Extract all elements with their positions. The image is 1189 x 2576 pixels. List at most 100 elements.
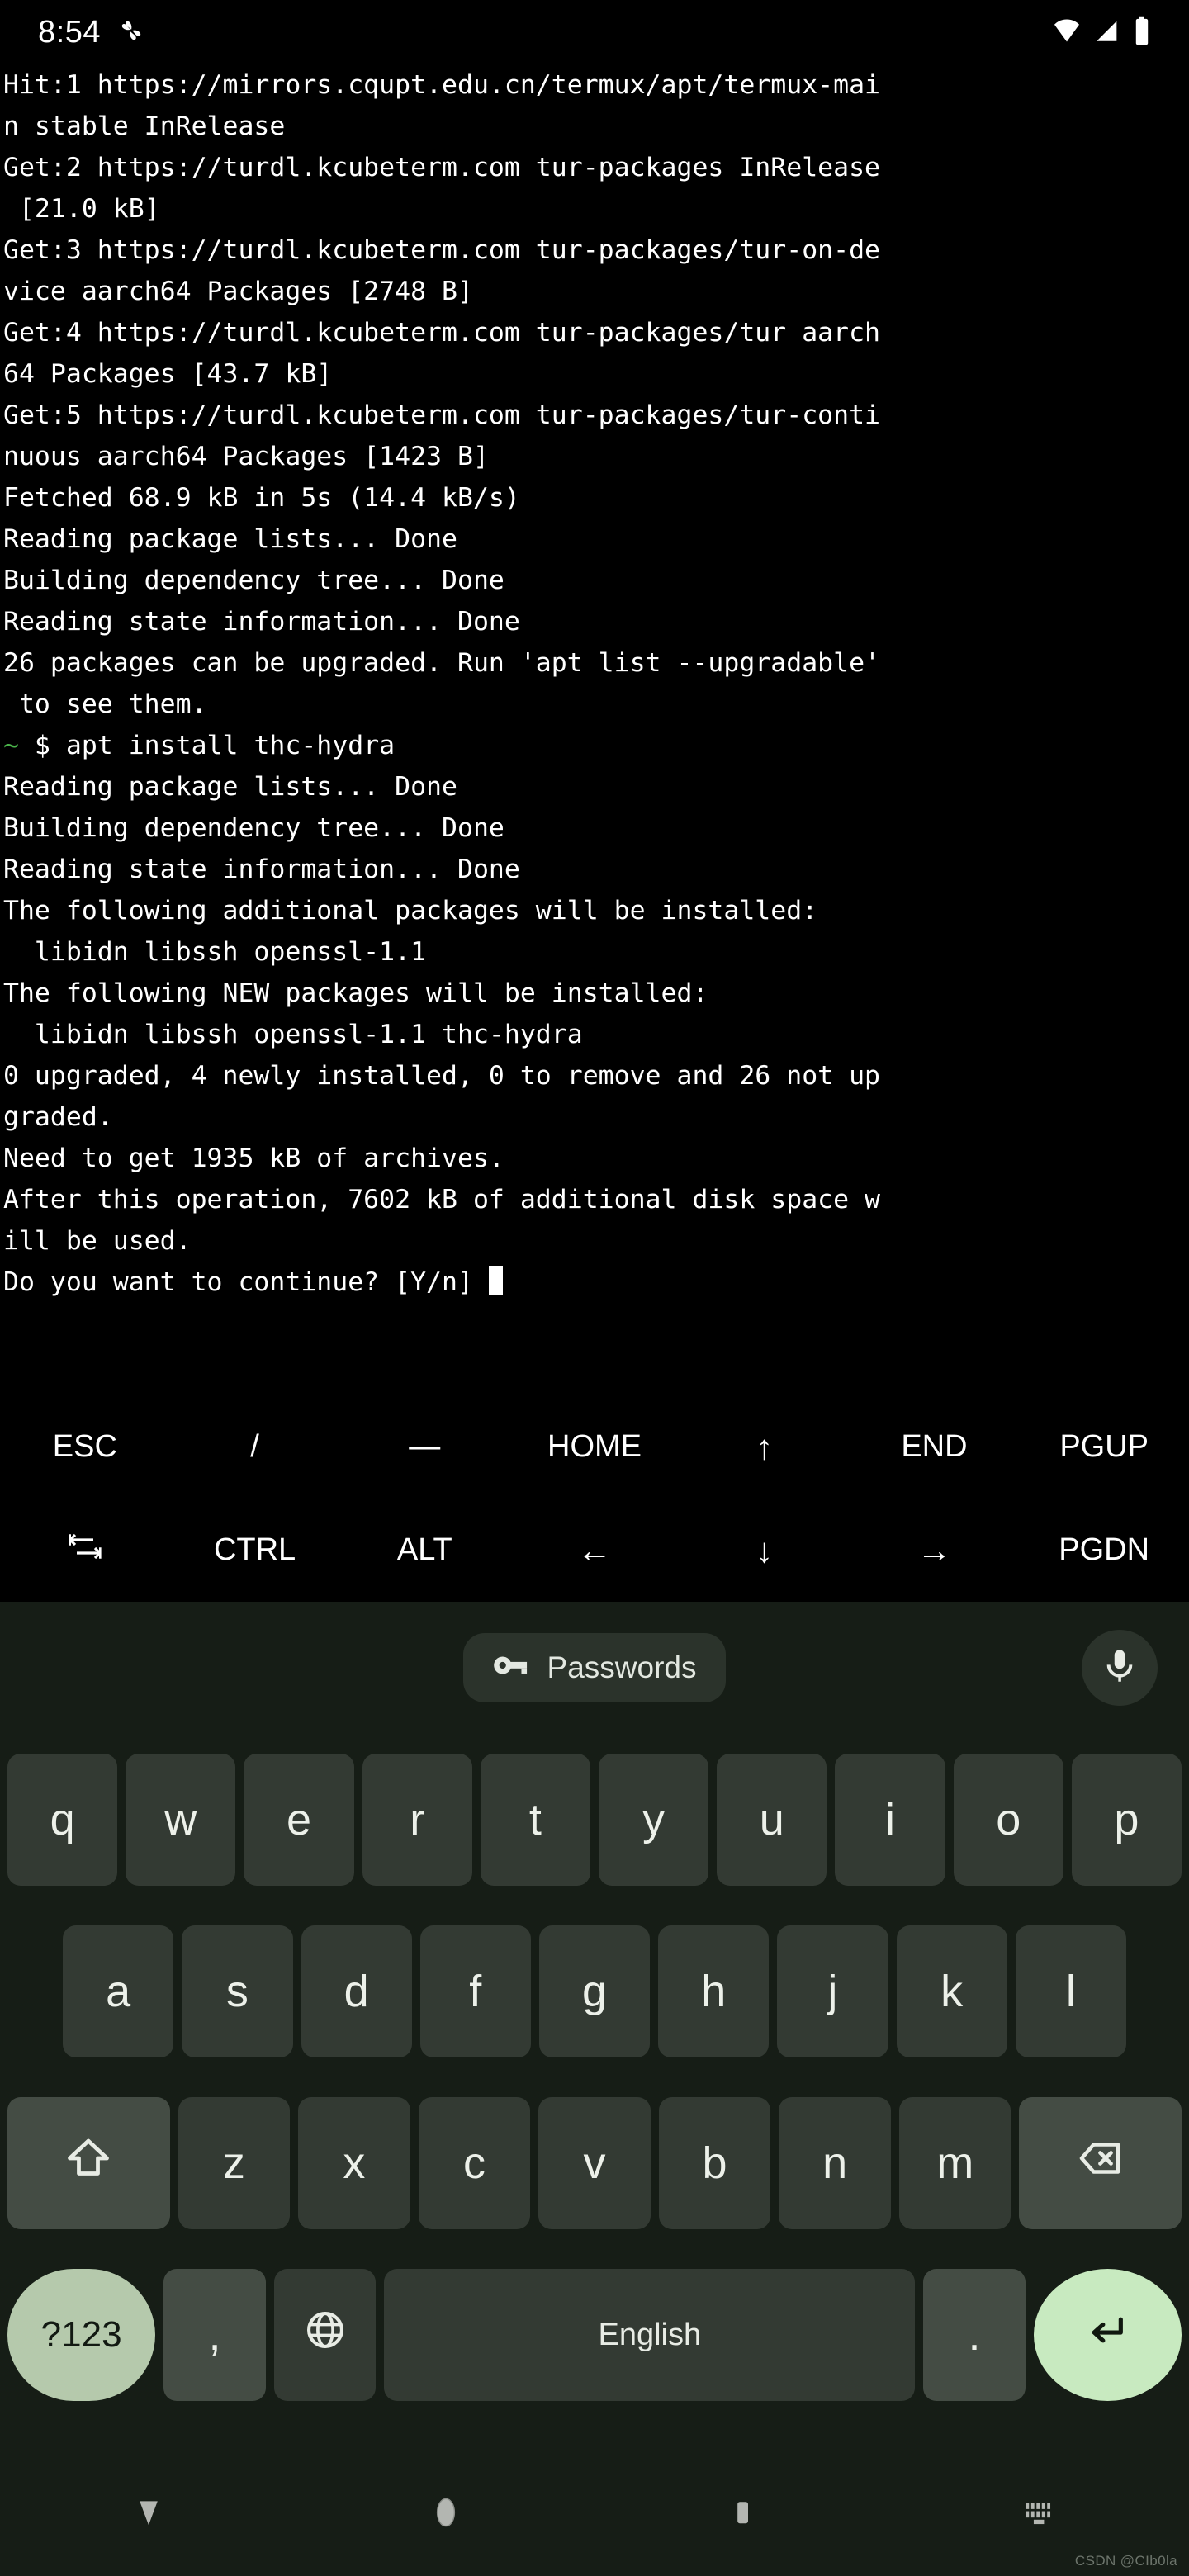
nav-hide-keyboard-button[interactable] [892, 2498, 1189, 2531]
key-r[interactable]: r [362, 1754, 472, 1886]
back-icon [129, 2493, 168, 2536]
passwords-suggestion-chip[interactable]: Passwords [462, 1633, 727, 1702]
key-symbols[interactable]: ?123 [7, 2269, 156, 2401]
extra-key-esc[interactable]: ESC [0, 1395, 170, 1499]
extra-key-pgdn[interactable]: PGDN [1019, 1499, 1189, 1602]
hide-keyboard-icon [1022, 2498, 1059, 2531]
terminal-line: The following NEW packages will be insta… [3, 978, 708, 1008]
terminal-output[interactable]: Hit:1 https://mirrors.cqupt.edu.cn/termu… [0, 64, 1189, 1395]
status-bar-clock: 8:54 [38, 15, 101, 50]
terminal-line: Reading state information... Done [3, 607, 520, 637]
key-c[interactable]: c [418, 2097, 531, 2229]
terminal-line: After this operation, 7602 kB of additio… [3, 1185, 881, 1215]
cellular-signal-icon [1093, 17, 1121, 49]
terminal-line: [21.0 kB] [3, 194, 160, 224]
extra-key-end[interactable]: END [850, 1395, 1020, 1499]
terminal-line: Reading state information... Done [3, 855, 520, 884]
terminal-line: libidn libssh openssl-1.1 thc-hydra [3, 1020, 583, 1049]
key-n[interactable]: n [779, 2097, 891, 2229]
terminal-line: 0 upgraded, 4 newly installed, 0 to remo… [3, 1061, 881, 1091]
microphone-icon [1099, 1646, 1140, 1691]
extra-key-arrow-left[interactable]: ← [509, 1499, 680, 1602]
key-j[interactable]: j [777, 1925, 888, 2057]
recents-icon [723, 2493, 763, 2536]
home-icon [426, 2493, 466, 2536]
voice-input-button[interactable] [1082, 1630, 1158, 1706]
key-g[interactable]: g [538, 1925, 651, 2057]
key-l[interactable]: l [1015, 1925, 1126, 2057]
tab-icon [65, 1527, 105, 1574]
enter-icon [1084, 2307, 1130, 2364]
extra-key-tab[interactable] [0, 1499, 170, 1602]
status-bar-right [1052, 16, 1151, 50]
key-period[interactable]: . [923, 2269, 1026, 2401]
terminal-line: Fetched 68.9 kB in 5s (14.4 kB/s) [3, 483, 520, 513]
nav-back-button[interactable] [0, 2493, 297, 2536]
shift-icon [64, 2133, 113, 2194]
termux-extra-keys: ESC / — HOME ↑ END PGUP CTRL ALT ← ↓ → P… [0, 1395, 1189, 1602]
key-m[interactable]: m [898, 2097, 1011, 2229]
keyboard-row-4: ?123 , English . [0, 2249, 1189, 2421]
key-y[interactable]: y [599, 1754, 709, 1886]
terminal-line: 26 packages can be upgraded. Run 'apt li… [3, 648, 881, 678]
key-p[interactable]: p [1071, 1754, 1182, 1886]
terminal-line: Hit:1 https://mirrors.cqupt.edu.cn/termu… [3, 70, 881, 100]
passwords-chip-label: Passwords [547, 1650, 697, 1684]
wifi-icon [1052, 16, 1082, 50]
key-s[interactable]: s [182, 1925, 293, 2057]
terminal-line: The following additional packages will b… [3, 896, 818, 926]
key-z[interactable]: z [178, 2097, 291, 2229]
system-navigation-bar [0, 2452, 1189, 2576]
terminal-line: Reading package lists... Done [3, 772, 457, 802]
key-x[interactable]: x [298, 2097, 410, 2229]
key-v[interactable]: v [538, 2097, 651, 2229]
extra-key-arrow-down[interactable]: ↓ [680, 1499, 850, 1602]
key-a[interactable]: a [63, 1925, 174, 2057]
extra-key-ctrl[interactable]: CTRL [170, 1499, 340, 1602]
key-enter[interactable] [1033, 2269, 1182, 2401]
key-h[interactable]: h [658, 1925, 770, 2057]
extra-key-arrow-right[interactable]: → [850, 1499, 1020, 1602]
terminal-line: Get:5 https://turdl.kcubeterm.com tur-pa… [3, 400, 881, 430]
key-b[interactable]: b [658, 2097, 771, 2229]
extra-key-home[interactable]: HOME [509, 1395, 680, 1499]
extra-keys-row-2: CTRL ALT ← ↓ → PGDN [0, 1499, 1189, 1602]
key-f[interactable]: f [419, 1925, 531, 2057]
prompt-symbol: ~ [3, 731, 19, 760]
terminal-line: graded. [3, 1102, 113, 1132]
key-e[interactable]: e [244, 1754, 354, 1886]
extra-key-pgup[interactable]: PGUP [1019, 1395, 1189, 1499]
extra-key-slash[interactable]: / [170, 1395, 340, 1499]
key-u[interactable]: u [717, 1754, 827, 1886]
text-cursor [488, 1266, 503, 1295]
key-shift[interactable] [7, 2097, 170, 2229]
extra-key-alt[interactable]: ALT [339, 1499, 509, 1602]
key-q[interactable]: q [7, 1754, 118, 1886]
nav-home-button[interactable] [297, 2493, 594, 2536]
phone-screen: 8:54 Hit:1 https://mirrors.cqupt.edu.cn/… [0, 0, 1189, 2576]
terminal-prompt-line: ~ $ apt install thc-hydra [3, 725, 1186, 766]
terminal-line: Get:2 https://turdl.kcubeterm.com tur-pa… [3, 153, 881, 182]
terminal-confirm-line: Do you want to continue? [Y/n] [3, 1262, 1186, 1303]
key-w[interactable]: w [126, 1754, 236, 1886]
extra-key-dash[interactable]: — [339, 1395, 509, 1499]
extra-key-arrow-up[interactable]: ↑ [680, 1395, 850, 1499]
terminal-line: Building dependency tree... Done [3, 813, 504, 843]
key-backspace[interactable] [1019, 2097, 1182, 2229]
key-o[interactable]: o [953, 1754, 1063, 1886]
key-k[interactable]: k [896, 1925, 1007, 2057]
nav-recents-button[interactable] [594, 2493, 892, 2536]
pinwheel-icon [117, 17, 145, 49]
confirm-prompt-text: Do you want to continue? [Y/n] [3, 1267, 489, 1297]
keyboard-row-3: z x c v b n m [0, 2077, 1189, 2249]
key-language-globe[interactable] [273, 2269, 377, 2401]
prompt-command: $ apt install thc-hydra [18, 731, 396, 760]
key-space[interactable]: English [384, 2269, 916, 2401]
battery-icon [1133, 16, 1151, 50]
key-i[interactable]: i [835, 1754, 945, 1886]
key-d[interactable]: d [301, 1925, 412, 2057]
key-comma[interactable]: , [163, 2269, 266, 2401]
key-t[interactable]: t [480, 1754, 590, 1886]
extra-keys-row-1: ESC / — HOME ↑ END PGUP [0, 1395, 1189, 1499]
globe-icon [304, 2308, 347, 2362]
